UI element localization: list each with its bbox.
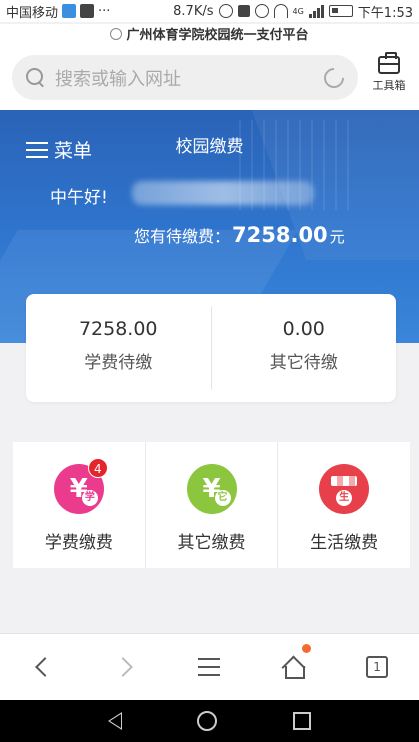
- more-notifications-icon: ···: [98, 3, 111, 19]
- battery-icon: [328, 5, 353, 17]
- refresh-icon[interactable]: [319, 63, 349, 92]
- pending-summary-card: 7258.00 学费待缴 0.00 其它待缴: [26, 294, 396, 402]
- back-triangle-icon[interactable]: [107, 712, 122, 730]
- toolbox-label: 工具箱: [372, 79, 406, 92]
- back-button[interactable]: [0, 634, 84, 700]
- app-notification-icon: [62, 4, 77, 18]
- home-button[interactable]: [251, 634, 335, 700]
- pending-amount: 7258.00: [232, 223, 328, 247]
- other-pending-value: 0.00: [282, 318, 325, 340]
- pending-unit: 元: [329, 228, 345, 246]
- tabs-button[interactable]: 1: [335, 634, 419, 700]
- carrier-name: 中国移动: [6, 5, 59, 21]
- pending-amount-line: 您有待缴费：7258.00 元: [134, 223, 345, 247]
- other-pending[interactable]: 0.00 其它待缴: [212, 294, 397, 402]
- image-notification-icon: [80, 4, 95, 18]
- browser-toolbar: 搜索或输入网址 工具箱: [0, 48, 419, 110]
- alarm-icon: [218, 4, 233, 18]
- globe-icon: [110, 28, 123, 40]
- tab-count: 1: [366, 656, 389, 678]
- home-circle-icon[interactable]: [197, 711, 218, 731]
- clock: 下午1:53: [357, 5, 413, 21]
- tuition-pending-label: 学费待缴: [84, 353, 153, 373]
- other-pending-label: 其它待缴: [269, 353, 338, 373]
- menu-lines-icon: [198, 658, 221, 676]
- living-payment-button[interactable]: 生 生活缴费: [278, 442, 410, 568]
- tuition-pending-value: 7258.00: [78, 318, 158, 340]
- notification-badge: 4: [87, 458, 108, 478]
- browser-menu-button[interactable]: [168, 634, 252, 700]
- forward-button[interactable]: [84, 634, 168, 700]
- tuition-pending[interactable]: 7258.00 学费待缴: [26, 294, 211, 402]
- greeting-text: 中午好!: [50, 188, 108, 208]
- blurred-username: [132, 181, 314, 205]
- chevron-right-icon: [112, 657, 133, 677]
- other-payment-label: 其它缴费: [177, 533, 246, 553]
- page-title: 校园缴费: [175, 137, 244, 157]
- living-payment-label: 生活缴费: [310, 533, 379, 553]
- browser-bottom-nav: 1: [0, 633, 419, 700]
- chevron-left-icon: [34, 657, 55, 677]
- shop-icon: 生: [319, 464, 370, 514]
- pending-label: 您有待缴费：: [134, 227, 231, 246]
- hd-icon: [237, 5, 250, 17]
- recents-square-icon[interactable]: [293, 712, 312, 730]
- system-nav-bar: [0, 700, 419, 742]
- home-icon: [282, 656, 306, 679]
- toolbox-button[interactable]: 工具箱: [369, 52, 409, 93]
- other-yen-icon: ¥ 它: [186, 464, 237, 514]
- eye-icon: [254, 4, 269, 18]
- network-type: 4G: [292, 6, 304, 16]
- notification-dot: [301, 644, 311, 653]
- page-url-title: 广州体育学院校园统一支付平台: [0, 24, 419, 48]
- address-bar[interactable]: 搜索或输入网址: [12, 55, 358, 100]
- search-icon: [26, 68, 45, 87]
- tuition-yen-icon: ¥ 学 4: [53, 458, 108, 514]
- toolbox-icon: [378, 52, 400, 74]
- signal-icon: [308, 4, 324, 18]
- network-speed: 8.7K/s: [173, 3, 214, 19]
- tuition-payment-button[interactable]: ¥ 学 4 学费缴费: [13, 442, 146, 568]
- status-bar: 中国移动 ··· 8.7K/s 4G 下午1:53: [0, 0, 419, 22]
- payment-grid: ¥ 学 4 学费缴费 ¥ 它 其它缴费 生 生活缴费: [13, 442, 410, 568]
- address-placeholder: 搜索或输入网址: [55, 68, 181, 90]
- tuition-payment-label: 学费缴费: [44, 533, 113, 553]
- other-payment-button[interactable]: ¥ 它 其它缴费: [146, 442, 279, 568]
- url-title-text: 广州体育学院校园统一支付平台: [126, 28, 309, 43]
- wifi-icon: [273, 4, 288, 18]
